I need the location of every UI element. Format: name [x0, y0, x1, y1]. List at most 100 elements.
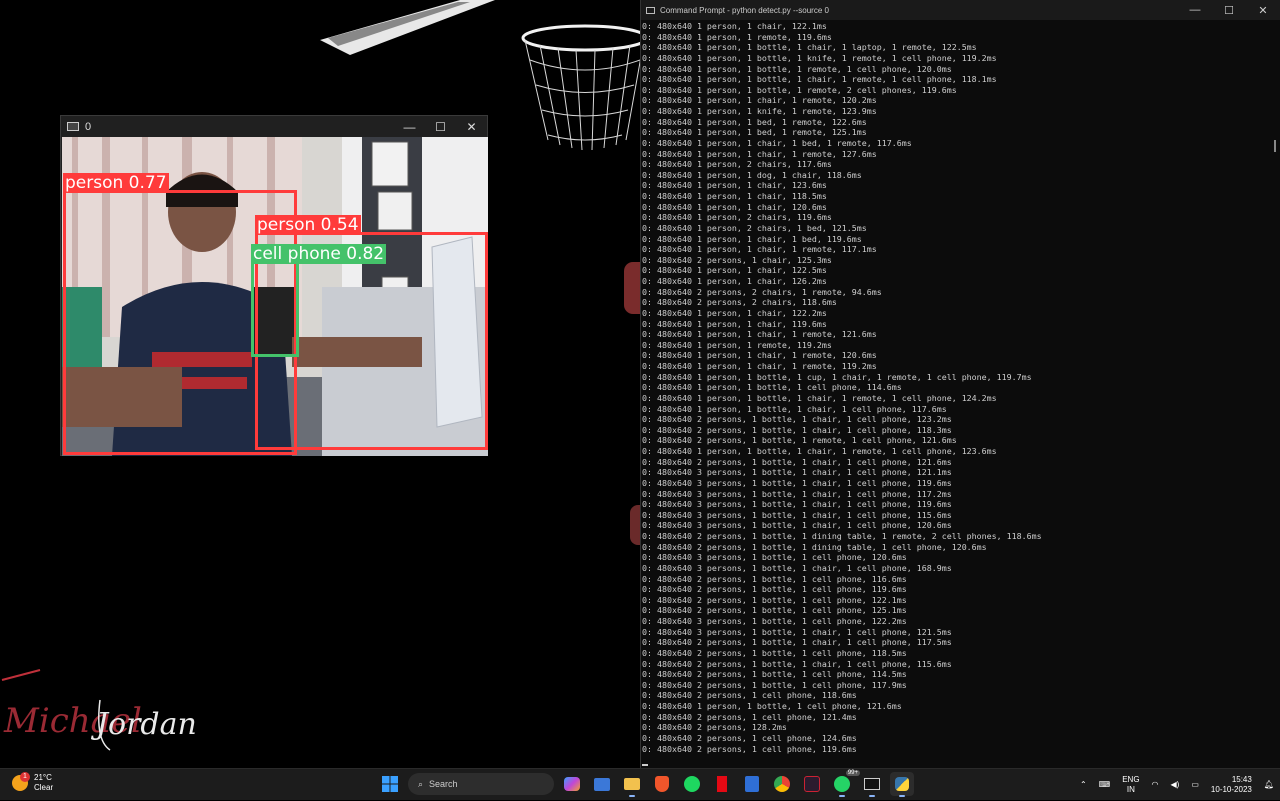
terminal-line: 0: 480x640 2 persons, 1 chair, 125.3ms: [642, 254, 832, 265]
terminal-line: 0: 480x640 1 person, 1 bed, 1 remote, 12…: [642, 127, 867, 138]
language-code: ENG: [1122, 775, 1140, 784]
python-icon[interactable]: [890, 772, 914, 797]
terminal-line: 0: 480x640 1 person, 1 chair, 1 remote, …: [642, 350, 877, 361]
camera-window-titlebar[interactable]: 0 — ☐ ✕: [61, 116, 487, 137]
window-app-icon: [67, 122, 79, 131]
clock-time: 15:43: [1231, 775, 1252, 784]
language-indicator[interactable]: ENG IN: [1122, 775, 1139, 795]
terminal-output[interactable]: 0: 480x640 1 person, 1 chair, 122.1ms 0: …: [642, 21, 1268, 754]
netflix-icon[interactable]: [710, 772, 734, 796]
svg-text:Jordan: Jordan: [90, 707, 197, 742]
start-icon[interactable]: [378, 772, 402, 796]
chevron-up-icon[interactable]: ⌃: [1080, 780, 1087, 790]
terminal-line: 0: 480x640 2 persons, 1 bottle, 1 cell p…: [642, 669, 907, 680]
terminal-line: 0: 480x640 2 persons, 1 bottle, 1 dining…: [642, 531, 1042, 541]
terminal-line: 0: 480x640 1 person, 1 chair, 1 remote, …: [642, 95, 877, 106]
terminal-titlebar[interactable]: Command Prompt - python detect.py --sour…: [641, 0, 1280, 20]
terminal-line: 0: 480x640 1 person, 1 knife, 1 remote, …: [642, 106, 877, 116]
terminal-line: 0: 480x640 2 persons, 1 cell phone, 118.…: [642, 690, 857, 701]
file-explorer-icon[interactable]: [620, 772, 644, 797]
terminal-line: 0: 480x640 3 persons, 1 bottle, 1 chair,…: [642, 477, 952, 488]
minimize-button[interactable]: —: [394, 120, 425, 134]
notification-bell-icon[interactable]: 🔔︎: [1264, 780, 1274, 790]
terminal-line: 0: 480x640 1 person, 1 chair, 126.2ms: [642, 276, 827, 286]
photos-icon[interactable]: [590, 772, 614, 796]
weather-sun-icon: 1: [12, 772, 30, 791]
camera-window[interactable]: 0 — ☐ ✕ person 0.77 person 0.54 cell pho…: [60, 115, 488, 456]
text-cursor: [642, 764, 648, 766]
terminal-line: 0: 480x640 1 person, 1 chair, 119.6ms: [642, 318, 827, 329]
app-icon[interactable]: [800, 772, 824, 796]
close-button[interactable]: ✕: [1246, 4, 1280, 17]
chrome-icon[interactable]: [770, 772, 794, 796]
whatsapp-badge: 99+: [845, 770, 860, 776]
detection-label: person 0.77: [63, 173, 169, 193]
terminal-line: 0: 480x640 1 person, 2 chairs, 1 bed, 12…: [642, 222, 867, 233]
terminal-line: 0: 480x640 2 persons, 1 bottle, 1 cell p…: [642, 584, 907, 595]
terminal-line: 0: 480x640 1 person, 1 bottle, 1 chair, …: [642, 446, 997, 456]
terminal-line: 0: 480x640 1 person, 1 bottle, 1 cell ph…: [642, 701, 902, 711]
terminal-line: 0: 480x640 3 persons, 1 bottle, 1 chair,…: [642, 499, 952, 510]
search-icon: ⌕: [418, 778, 424, 789]
weather-widget[interactable]: 1 21°C Clear: [12, 772, 53, 793]
taskbar: 1 21°C Clear ⌕ Search 99+ ⌃ ⌨ ENG IN ◠ ◀…: [0, 768, 1280, 800]
terminal-line: 0: 480x640 1 person, 1 chair, 1 remote, …: [642, 329, 877, 340]
terminal-line: 0: 480x640 1 person, 1 chair, 1 remote, …: [642, 361, 877, 371]
weather-temperature: 21°C: [34, 773, 52, 782]
battery-icon[interactable]: ▭: [1191, 780, 1199, 790]
search-placeholder: Search: [429, 779, 458, 789]
terminal-line: 0: 480x640 1 person, 1 bottle, 1 chair, …: [642, 74, 997, 85]
terminal-line: 0: 480x640 2 persons, 1 bottle, 1 chair,…: [642, 414, 952, 425]
close-button[interactable]: ✕: [456, 120, 487, 134]
terminal-line: 0: 480x640 2 persons, 1 bottle, 1 cell p…: [642, 573, 907, 584]
copilot-icon[interactable]: [560, 772, 584, 796]
terminal-line: 0: 480x640 3 persons, 1 bottle, 1 chair,…: [642, 467, 952, 478]
terminal-line: 0: 480x640 2 persons, 1 bottle, 1 chair,…: [642, 424, 952, 435]
terminal-line: 0: 480x640 2 persons, 1 bottle, 1 chair,…: [642, 658, 952, 669]
terminal-line: 0: 480x640 2 persons, 1 bottle, 1 cell p…: [642, 647, 907, 658]
maximize-button[interactable]: ☐: [1212, 4, 1246, 17]
terminal-line: 0: 480x640 1 person, 1 chair, 1 remote, …: [642, 148, 877, 159]
camera-window-title: 0: [85, 120, 92, 133]
keyboard-icon[interactable]: ⌨: [1099, 780, 1111, 790]
terminal-line: 0: 480x640 3 persons, 1 bottle, 1 cell p…: [642, 552, 907, 563]
terminal-line: 0: 480x640 3 persons, 1 bottle, 1 chair,…: [642, 626, 952, 637]
volume-icon[interactable]: ◀): [1171, 780, 1180, 790]
spotify-icon[interactable]: [680, 772, 704, 796]
command-prompt-window[interactable]: Command Prompt - python detect.py --sour…: [640, 0, 1280, 768]
terminal-line: 0: 480x640 1 person, 1 bottle, 1 cell ph…: [642, 382, 902, 393]
region-code: IN: [1126, 785, 1135, 794]
terminal-line: 0: 480x640 3 persons, 1 bottle, 1 chair,…: [642, 488, 952, 499]
taskbar-apps: ⌕ Search 99+: [378, 770, 914, 797]
terminal-line: 0: 480x640 2 persons, 1 bottle, 1 cell p…: [642, 605, 907, 616]
clock[interactable]: 15:43 10-10-2023: [1211, 775, 1252, 795]
terminal-line: 0: 480x640 1 person, 1 bottle, 1 chair, …: [642, 392, 997, 403]
brave-icon[interactable]: [650, 772, 674, 796]
terminal-line: 0: 480x640 3 persons, 1 bottle, 1 cell p…: [642, 616, 907, 626]
terminal-line: 0: 480x640 2 persons, 1 cell phone, 119.…: [642, 743, 857, 754]
terminal-line: 0: 480x640 1 person, 1 dog, 1 chair, 118…: [642, 169, 862, 180]
taskbar-search-box[interactable]: ⌕ Search: [408, 773, 554, 795]
whatsapp-icon[interactable]: 99+: [830, 770, 860, 797]
terminal-line: 0: 480x640 2 persons, 1 cell phone, 124.…: [642, 732, 857, 743]
terminal-title: Command Prompt - python detect.py --sour…: [660, 5, 829, 15]
system-tray: ⌃ ⌨ ENG IN ◠ ◀) ▭ 15:43 10-10-2023 🔔︎: [1074, 769, 1280, 801]
maximize-button[interactable]: ☐: [425, 120, 456, 134]
calculator-icon[interactable]: [740, 772, 764, 796]
scrollbar-thumb[interactable]: [1274, 140, 1276, 152]
terminal-line: 0: 480x640 3 persons, 1 bottle, 1 chair,…: [642, 562, 952, 573]
terminal-line: 0: 480x640 1 person, 1 bottle, 1 knife, …: [642, 52, 997, 63]
minimize-button[interactable]: —: [1178, 4, 1212, 16]
terminal-line: 0: 480x640 1 person, 1 chair, 1 bed, 1 r…: [642, 137, 912, 148]
terminal-line: 0: 480x640 2 persons, 1 bottle, 1 cell p…: [642, 679, 907, 690]
terminal-line: 0: 480x640 1 person, 2 chairs, 119.6ms: [642, 212, 832, 223]
terminal-line: 0: 480x640 2 persons, 1 bottle, 1 chair,…: [642, 637, 952, 648]
terminal-line: 0: 480x640 1 person, 1 bottle, 1 remote,…: [642, 63, 952, 74]
wifi-icon[interactable]: ◠: [1152, 780, 1159, 790]
terminal-line: 0: 480x640 1 person, 2 chairs, 117.6ms: [642, 159, 832, 170]
terminal-line: 0: 480x640 1 person, 1 bed, 1 remote, 12…: [642, 116, 867, 127]
terminal-icon[interactable]: [860, 772, 884, 797]
terminal-line: 0: 480x640 2 persons, 1 bottle, 1 remote…: [642, 435, 957, 446]
terminal-line: 0: 480x640 1 person, 1 chair, 122.1ms: [642, 21, 827, 31]
terminal-line: 0: 480x640 2 persons, 1 cell phone, 121.…: [642, 711, 857, 722]
